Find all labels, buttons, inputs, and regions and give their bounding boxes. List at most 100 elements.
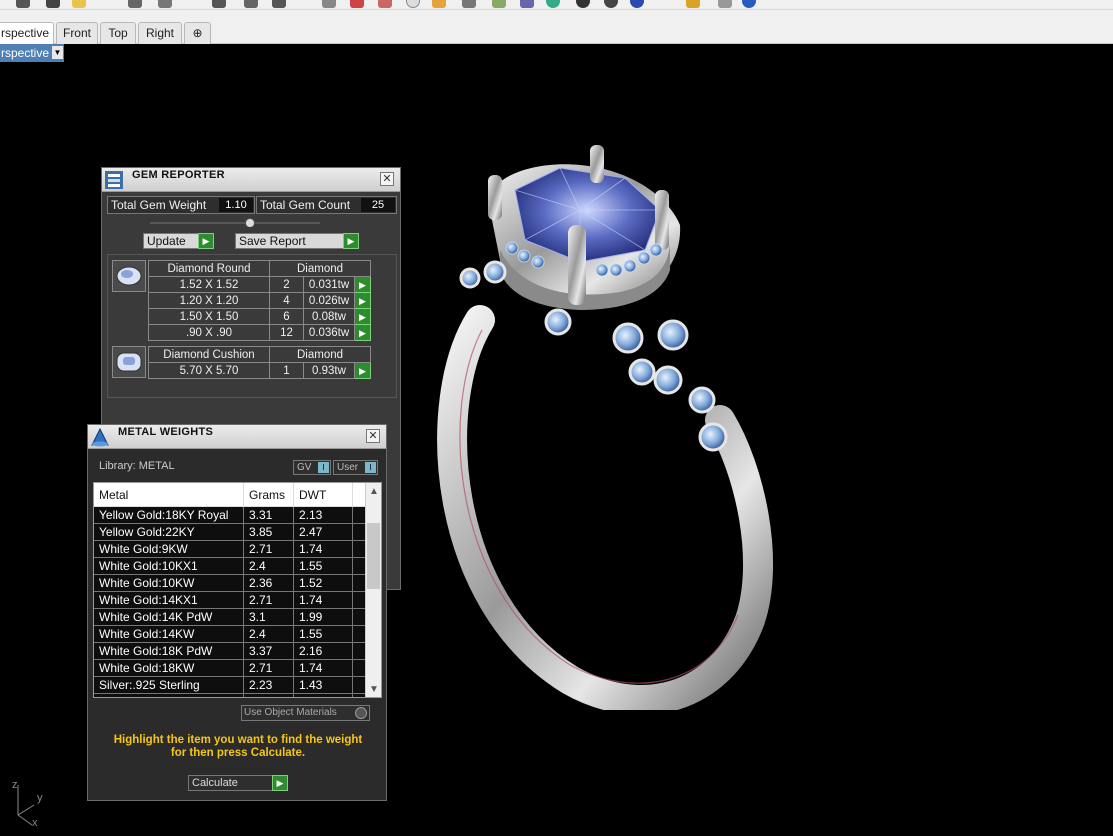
gem-row[interactable]: .90 X .90 12 0.036tw ▶ [148, 324, 371, 341]
main-toolbar [0, 0, 1113, 10]
dwt-cell: 2.47 [299, 525, 323, 539]
grams-cell: 2.36 [249, 576, 273, 590]
metal-list-scrollbar[interactable]: ▲ ▼ [365, 483, 381, 697]
toolbar-tool-icon[interactable] [128, 0, 142, 8]
use-object-materials-button[interactable]: Use Object Materials [241, 705, 370, 721]
select-gem-button[interactable]: ▶ [354, 292, 371, 309]
toolbar-tool-icon[interactable] [604, 0, 618, 8]
table-row[interactable]: White Gold:14KX1 2.71 1.74 [94, 592, 365, 609]
table-row[interactable]: Silver:.925 Sterling 2.23 1.43 [94, 677, 365, 694]
metal-weights-titlebar[interactable]: METAL WEIGHTS ✕ [88, 425, 386, 449]
toolbar-tool-icon[interactable] [576, 0, 590, 8]
gem-material-header: Diamond [269, 260, 371, 277]
gem-list: Diamond Round Diamond 1.52 X 1.52 2 0.03… [107, 254, 397, 398]
gem-count: 1 [269, 362, 304, 379]
gem-size: 5.70 X 5.70 [148, 362, 270, 379]
dwt-cell: 2.13 [299, 508, 323, 522]
grams-cell: 2.71 [249, 593, 273, 607]
viewport-label[interactable]: rspective ▼ [0, 44, 64, 62]
metal-list[interactable]: Metal Grams DWT Yellow Gold:18KY Royal 3.… [93, 482, 382, 698]
table-row[interactable] [94, 694, 365, 697]
toolbar-tool-icon[interactable] [378, 0, 392, 8]
select-gem-button[interactable]: ▶ [354, 276, 371, 293]
toolbar-tool-icon[interactable] [686, 0, 700, 8]
save-report-button[interactable]: Save Report ▶ [235, 233, 359, 249]
toolbar-tool-icon[interactable] [546, 0, 560, 8]
total-gem-count-value: 25 [361, 198, 395, 212]
table-row[interactable]: Yellow Gold:22KY 3.85 2.47 [94, 524, 365, 541]
tab-front[interactable]: Front [56, 22, 98, 44]
gem-row[interactable]: 5.70 X 5.70 1 0.93tw ▶ [148, 362, 371, 379]
toolbar-tool-icon[interactable] [406, 0, 420, 8]
toolbar-tool-icon[interactable] [212, 0, 226, 8]
chevron-down-icon[interactable]: ▼ [366, 683, 381, 697]
scrollbar-thumb[interactable] [367, 523, 380, 589]
table-row[interactable]: White Gold:18K PdW 3.37 2.16 [94, 643, 365, 660]
table-row[interactable]: Yellow Gold:18KY Royal 3.31 2.13 [94, 507, 365, 524]
viewport-tab-bar: rspective Front Top Right ⊕ [0, 10, 1113, 44]
chevron-down-icon[interactable]: ▼ [52, 46, 63, 59]
toolbar-tool-icon[interactable] [46, 0, 60, 8]
radio-icon [355, 707, 367, 719]
toolbar-tool-icon[interactable] [462, 0, 476, 8]
gem-count: 12 [269, 324, 304, 341]
table-row[interactable]: White Gold:14KW 2.4 1.55 [94, 626, 365, 643]
column-dwt[interactable]: DWT [299, 488, 326, 502]
toolbar-tool-icon[interactable] [350, 0, 364, 8]
toolbar-tool-icon[interactable] [520, 0, 534, 8]
chevron-up-icon[interactable]: ▲ [366, 485, 381, 499]
user-toggle[interactable]: User I [333, 460, 378, 475]
toolbar-tool-icon[interactable] [630, 0, 644, 8]
play-icon: ▶ [198, 233, 214, 249]
add-tab-button[interactable]: ⊕ [184, 22, 211, 44]
dwt-cell: 1.52 [299, 576, 323, 590]
gem-reporter-titlebar[interactable]: GEM REPORTER ✕ [102, 168, 400, 192]
cushion-diamond-icon [116, 352, 142, 372]
toolbar-tool-icon[interactable] [272, 0, 286, 8]
gem-weight: 0.036tw [303, 324, 355, 341]
tab-perspective[interactable]: rspective [0, 22, 54, 44]
toolbar-tool-icon[interactable] [158, 0, 172, 8]
plus-icon: ⊕ [192, 26, 203, 40]
close-icon[interactable]: ✕ [366, 429, 380, 443]
update-button[interactable]: Update ▶ [143, 233, 214, 249]
gem-size: 1.52 X 1.52 [148, 276, 270, 293]
gem-reporter-title: GEM REPORTER [132, 169, 225, 181]
table-row[interactable]: White Gold:18KW 2.71 1.74 [94, 660, 365, 677]
grams-cell: 3.37 [249, 644, 273, 658]
gem-row[interactable]: 1.50 X 1.50 6 0.08tw ▶ [148, 308, 371, 325]
calculate-button-label: Calculate [192, 777, 238, 789]
calculate-button[interactable]: Calculate ▶ [188, 775, 288, 791]
gem-size: 1.50 X 1.50 [148, 308, 270, 325]
column-metal[interactable]: Metal [99, 488, 128, 502]
gem-thumbnail[interactable] [112, 346, 146, 378]
select-gem-button[interactable]: ▶ [354, 308, 371, 325]
total-gem-weight-value: 1.10 [219, 198, 253, 212]
close-icon[interactable]: ✕ [380, 172, 394, 186]
toolbar-tool-icon[interactable] [432, 0, 446, 8]
toolbar-tool-icon[interactable] [322, 0, 336, 8]
gem-row[interactable]: 1.52 X 1.52 2 0.031tw ▶ [148, 276, 371, 293]
metal-name-cell: White Gold:10KW [99, 576, 195, 590]
panel-splitter[interactable] [150, 217, 320, 227]
table-row[interactable]: White Gold:10KW 2.36 1.52 [94, 575, 365, 592]
toolbar-tool-icon[interactable] [72, 0, 86, 8]
tab-right[interactable]: Right [138, 22, 182, 44]
gv-toggle[interactable]: GV I [293, 460, 331, 475]
tab-top[interactable]: Top [100, 22, 136, 44]
table-row[interactable]: White Gold:9KW 2.71 1.74 [94, 541, 365, 558]
toolbar-tool-icon[interactable] [718, 0, 732, 8]
gem-count: 6 [269, 308, 304, 325]
info-icon[interactable] [742, 0, 756, 8]
toolbar-tool-icon[interactable] [492, 0, 506, 8]
gem-thumbnail[interactable] [112, 260, 146, 292]
gem-row[interactable]: 1.20 X 1.20 4 0.026tw ▶ [148, 292, 371, 309]
metal-name-cell: Silver:.925 Sterling [99, 678, 200, 692]
select-gem-button[interactable]: ▶ [354, 362, 371, 379]
table-row[interactable]: White Gold:10KX1 2.4 1.55 [94, 558, 365, 575]
toolbar-tool-icon[interactable] [16, 0, 30, 8]
toolbar-tool-icon[interactable] [244, 0, 258, 8]
table-row[interactable]: White Gold:14K PdW 3.1 1.99 [94, 609, 365, 626]
column-grams[interactable]: Grams [249, 488, 285, 502]
select-gem-button[interactable]: ▶ [354, 324, 371, 341]
